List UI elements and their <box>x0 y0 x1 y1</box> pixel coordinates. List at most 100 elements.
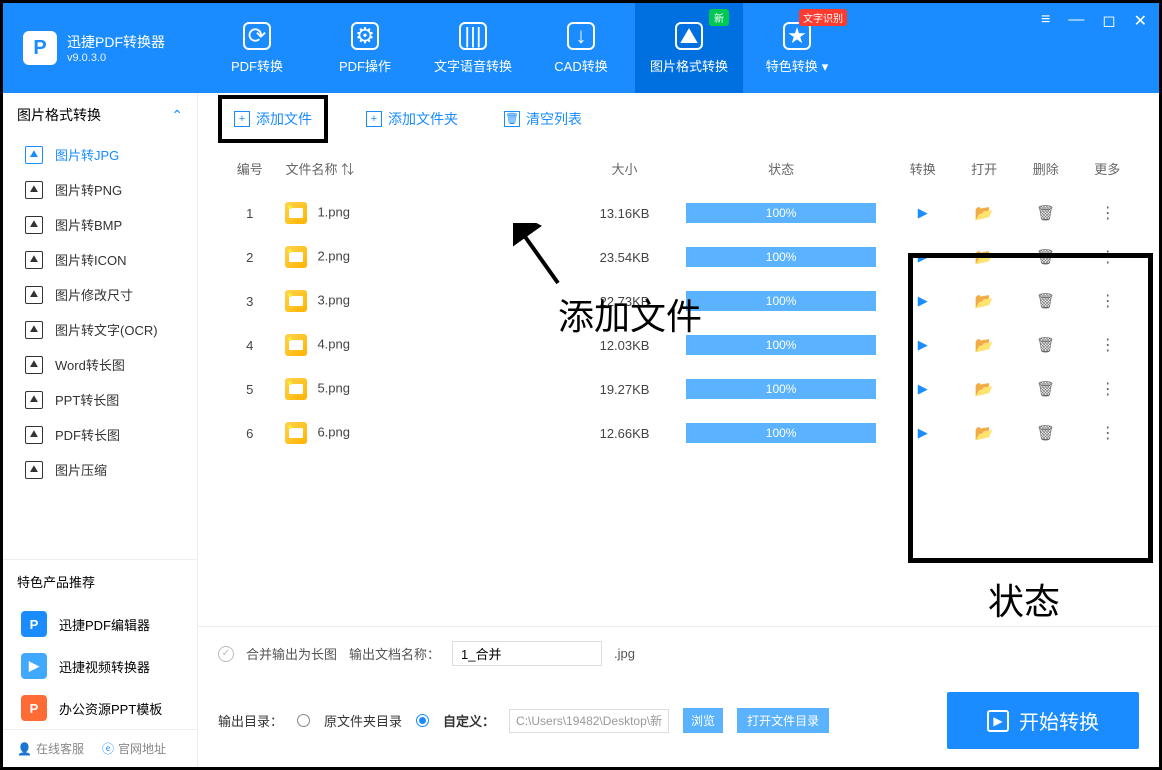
sidebar-item-9[interactable]: ⛰图片压缩 <box>3 452 197 487</box>
chevron-down-icon: ▾ <box>822 59 829 74</box>
ext-label: .jpg <box>614 646 635 661</box>
nav-icon: ⚙ <box>351 22 379 50</box>
sidebar-item-4[interactable]: ⛰图片修改尺寸 <box>3 277 197 312</box>
progress-bar: 100% <box>686 423 876 443</box>
browse-button[interactable]: 浏览 <box>683 708 723 733</box>
sidebar-item-label: 图片转PNG <box>55 180 122 199</box>
maximize-icon[interactable]: ◻ <box>1102 11 1115 31</box>
image-icon: ⛰ <box>25 321 43 339</box>
add-folder-button[interactable]: + 添加文件夹 <box>358 103 466 135</box>
file-icon <box>285 422 307 444</box>
bottom-panel: ✓ 合并输出为长图 输出文档名称： .jpg 输出目录： 原文件夹目录 自定义：… <box>198 626 1159 767</box>
open-folder-button[interactable]: 📂 <box>975 381 994 398</box>
menu-icon[interactable]: ≡ <box>1041 11 1050 31</box>
more-button[interactable]: ⋮ <box>1100 337 1115 354</box>
clear-list-button[interactable]: 🗑 清空列表 <box>496 103 590 135</box>
image-icon: ⛰ <box>25 426 43 444</box>
convert-button[interactable]: ▶ <box>918 249 928 264</box>
sidebar-item-label: 图片转JPG <box>55 145 119 164</box>
image-icon: ⛰ <box>25 216 43 234</box>
outname-input[interactable] <box>452 641 602 666</box>
table-row: 3 3.png 22.73KB 100% ▶ 📂 🗑 ⋮ <box>220 280 1137 322</box>
col-status: 状态 <box>671 147 891 190</box>
nav-tab-3[interactable]: ↓CAD转换 <box>527 3 635 93</box>
nav-tabs: ⟳PDF转换⚙PDF操作|||文字语音转换↓CAD转换新⛰图片格式转换文字识别★… <box>203 3 851 93</box>
website-link[interactable]: ⓔ官网地址 <box>102 740 166 757</box>
delete-button[interactable]: 🗑 <box>1036 249 1055 266</box>
nav-tab-2[interactable]: |||文字语音转换 <box>419 3 527 93</box>
toolbar: + 添加文件 + 添加文件夹 🗑 清空列表 <box>198 93 1159 145</box>
open-folder-button[interactable]: 📂 <box>975 425 994 442</box>
sidebar-item-6[interactable]: ⛰Word转长图 <box>3 347 197 382</box>
more-button[interactable]: ⋮ <box>1100 293 1115 310</box>
origdir-radio[interactable] <box>297 714 310 727</box>
nav-tab-5[interactable]: 文字识别★特色转换▾ <box>743 3 851 93</box>
start-convert-button[interactable]: ▶ 开始转换 <box>947 692 1139 749</box>
progress-bar: 100% <box>686 247 876 267</box>
sidebar-item-7[interactable]: ⛰PPT转长图 <box>3 382 197 417</box>
file-icon <box>285 246 307 268</box>
convert-button[interactable]: ▶ <box>918 381 928 396</box>
merge-checkbox[interactable]: ✓ <box>218 646 234 662</box>
recommend-item-1[interactable]: ▶迅捷视频转换器 <box>3 645 197 687</box>
nav-tab-4[interactable]: 新⛰图片格式转换 <box>635 3 743 93</box>
open-folder-button[interactable]: 📂 <box>975 205 994 222</box>
recommend-label: 办公资源PPT模板 <box>59 699 162 718</box>
delete-button[interactable]: 🗑 <box>1036 205 1055 222</box>
sidebar-footer: 👤在线客服 ⓔ官网地址 <box>3 729 197 767</box>
sidebar-item-5[interactable]: ⛰ 图片转文字(OCR) <box>3 312 197 347</box>
sidebar-item-label: 图片转BMP <box>55 215 122 234</box>
convert-button[interactable]: ▶ <box>918 337 928 352</box>
table-row: 4 4.png 12.03KB 100% ▶ 📂 🗑 ⋮ <box>220 324 1137 366</box>
convert-button[interactable]: ▶ <box>918 425 928 440</box>
recommend-item-2[interactable]: P办公资源PPT模板 <box>3 687 197 729</box>
support-link[interactable]: 👤在线客服 <box>17 740 84 757</box>
table-row: 2 2.png 23.54KB 100% ▶ 📂 🗑 ⋮ <box>220 236 1137 278</box>
cell-status: 100% <box>671 412 891 454</box>
sidebar-item-2[interactable]: ⛰ 图片转BMP <box>3 207 197 242</box>
file-icon <box>285 290 307 312</box>
delete-button[interactable]: 🗑 <box>1036 337 1055 354</box>
sidebar-item-label: PPT转长图 <box>55 390 119 409</box>
cell-name: 2.png <box>281 236 577 278</box>
delete-button[interactable]: 🗑 <box>1036 381 1055 398</box>
sidebar-item-0[interactable]: ⛰图片转JPG <box>3 137 197 172</box>
recommend-label: 迅捷PDF编辑器 <box>59 615 150 634</box>
nav-tab-1[interactable]: ⚙PDF操作 <box>311 3 419 93</box>
sidebar-item-3[interactable]: ⛰图片转ICON <box>3 242 197 277</box>
add-file-button[interactable]: + 添加文件 <box>218 95 328 143</box>
cell-status: 100% <box>671 368 891 410</box>
close-icon[interactable]: ✕ <box>1134 11 1147 31</box>
output-row: 输出目录： 原文件夹目录 自定义： 浏览 打开文件目录 ▶ 开始转换 <box>198 680 1159 767</box>
more-button[interactable]: ⋮ <box>1100 425 1115 442</box>
recommend-item-0[interactable]: P 迅捷PDF编辑器 <box>3 603 197 645</box>
nav-icon: ⟳ <box>243 22 271 50</box>
convert-button[interactable]: ▶ <box>918 205 928 220</box>
custom-radio[interactable] <box>416 714 429 727</box>
delete-button[interactable]: 🗑 <box>1036 425 1055 442</box>
nav-icon: ↓ <box>567 22 595 50</box>
more-button[interactable]: ⋮ <box>1100 249 1115 266</box>
nav-label: 特色转换▾ <box>766 56 829 75</box>
custom-path-input[interactable] <box>509 709 669 733</box>
recommend-header: 特色产品推荐 <box>3 559 197 603</box>
col-size: 大小 <box>580 147 670 190</box>
sidebar-item-label: 图片转文字(OCR) <box>55 320 158 339</box>
more-button[interactable]: ⋮ <box>1100 381 1115 398</box>
open-folder-button[interactable]: 📂 <box>975 293 994 310</box>
more-button[interactable]: ⋮ <box>1100 205 1115 222</box>
cell-name: 3.png <box>281 280 577 322</box>
open-dir-button[interactable]: 打开文件目录 <box>737 708 829 733</box>
cell-status: 100% <box>671 280 891 322</box>
open-folder-button[interactable]: 📂 <box>975 249 994 266</box>
minimize-icon[interactable]: — <box>1068 11 1084 31</box>
sidebar-item-8[interactable]: ⛰PDF转长图 <box>3 417 197 452</box>
delete-button[interactable]: 🗑 <box>1036 293 1055 310</box>
sidebar-section-header[interactable]: 图片格式转换 ⌃ <box>3 93 197 137</box>
nav-tab-0[interactable]: ⟳PDF转换 <box>203 3 311 93</box>
sidebar-item-1[interactable]: ⛰图片转PNG <box>3 172 197 207</box>
convert-button[interactable]: ▶ <box>918 293 928 308</box>
outdir-label: 输出目录： <box>218 711 283 730</box>
open-folder-button[interactable]: 📂 <box>975 337 994 354</box>
product-icon: P <box>21 611 47 637</box>
